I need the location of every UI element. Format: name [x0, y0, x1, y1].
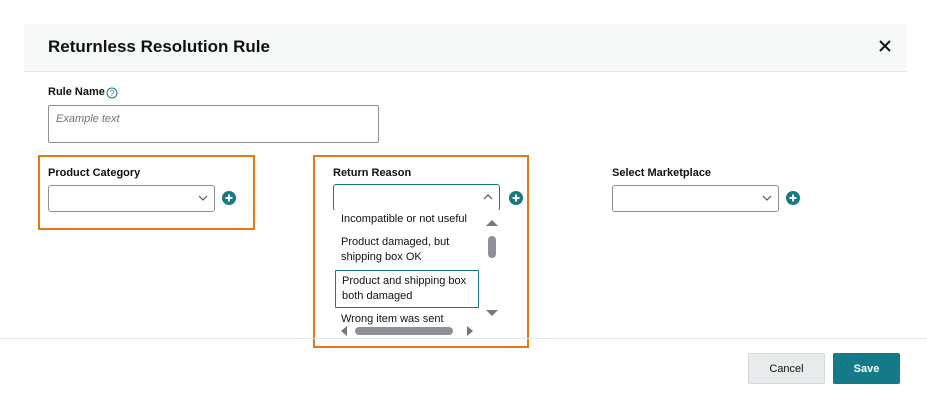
dialog-title: Returnless Resolution Rule [48, 37, 270, 56]
return-reason-select[interactable] [333, 184, 500, 211]
list-option-selected[interactable]: Product and shipping box both damaged [335, 270, 479, 308]
option-label: Product and shipping box both damaged [342, 275, 467, 302]
return-reason-label: Return Reason [333, 167, 412, 179]
rule-name-input[interactable]: Example text [48, 105, 379, 143]
option-label: Product damaged, but shipping box OK [341, 236, 450, 263]
return-reason-listbox[interactable]: Incompatible or not useful Product damag… [333, 210, 501, 340]
save-button[interactable]: Save [833, 353, 900, 384]
rule-name-label: Rule Name [48, 86, 105, 98]
footer-divider [0, 338, 927, 339]
plus-circle-icon[interactable] [786, 191, 800, 205]
svg-text:?: ? [110, 89, 115, 98]
plus-circle-icon[interactable] [222, 191, 236, 205]
chevron-down-icon [198, 195, 208, 201]
product-category-select[interactable] [48, 185, 215, 212]
scroll-right-arrow-icon [467, 326, 473, 336]
marketplace-label: Select Marketplace [612, 167, 712, 179]
scroll-up-arrow-icon [486, 220, 498, 226]
dialog-header: Returnless Resolution Rule [24, 24, 907, 72]
scroll-thumb [488, 236, 496, 258]
list-option[interactable]: Incompatible or not useful [335, 212, 479, 227]
vertical-scrollbar[interactable] [483, 210, 501, 322]
scroll-left-arrow-icon [341, 326, 347, 336]
list-option[interactable]: Product damaged, but shipping box OK [335, 235, 479, 265]
chevron-up-icon [483, 194, 493, 200]
help-circle-icon[interactable]: ? [106, 86, 118, 99]
option-label: Incompatible or not useful [341, 213, 467, 225]
product-category-label: Product Category [48, 167, 141, 179]
scroll-thumb [355, 327, 453, 335]
cancel-button[interactable]: Cancel [748, 353, 825, 384]
chevron-down-icon [762, 195, 772, 201]
rule-name-placeholder: Example text [56, 113, 120, 125]
close-icon[interactable] [873, 34, 897, 58]
marketplace-select[interactable] [612, 185, 779, 212]
scroll-down-arrow-icon [486, 310, 498, 316]
plus-circle-icon[interactable] [509, 191, 523, 205]
